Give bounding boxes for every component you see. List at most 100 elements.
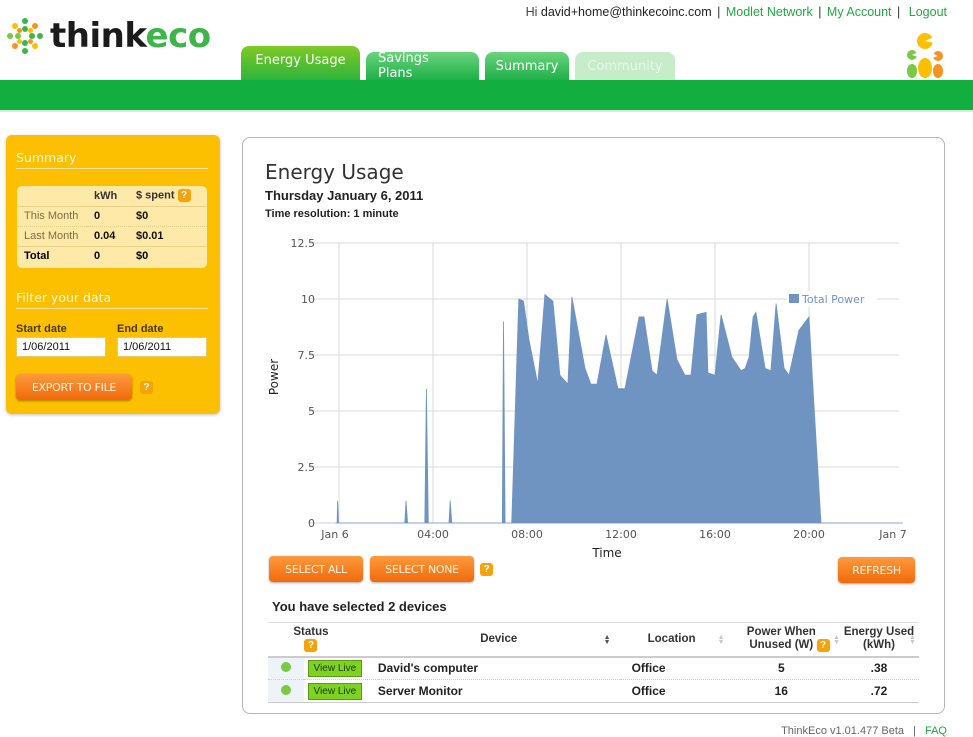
nav-separator: | bbox=[897, 5, 901, 19]
col-device[interactable]: Device ▲ ▼ bbox=[377, 622, 620, 658]
view-live-button[interactable]: View Live bbox=[307, 659, 363, 677]
summary-header-kwh: kWh bbox=[87, 186, 129, 207]
col-status[interactable]: Status ? bbox=[268, 622, 378, 658]
thinkeco-logo[interactable]: thinkeco bbox=[6, 16, 211, 56]
faq-link[interactable]: FAQ bbox=[925, 725, 947, 737]
help-icon[interactable]: ? bbox=[480, 563, 493, 576]
col-energy-used-label: Energy Used (kWh) bbox=[843, 626, 915, 652]
x-tick-label: 20:00 bbox=[793, 528, 825, 541]
x-tick-label: Jan 7 bbox=[878, 528, 906, 541]
greeting: Hi bbox=[525, 5, 538, 19]
chart-legend: Total Power bbox=[787, 291, 899, 307]
spent-value: $0.01 bbox=[129, 226, 207, 247]
sidebar: Summary kWh $ spent ? This Month 0 $0 La… bbox=[6, 135, 220, 414]
my-account-link[interactable]: My Account bbox=[827, 5, 892, 19]
col-power-unused[interactable]: Power When Unused (W) ? ▲ ▼ bbox=[723, 622, 840, 658]
tab-energy-usage[interactable]: Energy Usage bbox=[241, 46, 360, 80]
y-tick-label: 12.5 bbox=[291, 237, 316, 250]
energy-used-value: .72 bbox=[839, 679, 919, 703]
summary-row-this-month: This Month 0 $0 bbox=[17, 206, 207, 227]
col-status-label: Status bbox=[293, 625, 329, 638]
logo-wordmark: thinkeco bbox=[50, 16, 211, 56]
help-icon[interactable]: ? bbox=[816, 639, 830, 652]
status-online-icon bbox=[280, 662, 291, 673]
footer-separator: | bbox=[913, 725, 916, 737]
status-cell bbox=[268, 679, 304, 703]
help-icon[interactable]: ? bbox=[177, 189, 191, 203]
area-series-total-power bbox=[335, 293, 903, 524]
kwh-value: 0.04 bbox=[87, 226, 129, 247]
spent-value: $0 bbox=[129, 206, 207, 227]
help-icon[interactable]: ? bbox=[304, 638, 318, 652]
col-power-unused-label: Power When Unused (W) bbox=[746, 626, 816, 652]
x-tick-label: 08:00 bbox=[511, 528, 543, 541]
col-location[interactable]: Location ▲ ▼ bbox=[619, 622, 725, 658]
summary-header-blank bbox=[17, 186, 87, 207]
device-name: David's computer bbox=[377, 656, 620, 680]
row-label: This Month bbox=[17, 206, 87, 227]
device-table: Status ? Device ▲ ▼ Location ▲ ▼ Power Whe… bbox=[268, 622, 919, 703]
table-row[interactable]: View Live David's computer Office 5 .38 bbox=[268, 656, 919, 680]
x-tick-label: 04:00 bbox=[417, 528, 449, 541]
device-location: Office bbox=[619, 679, 724, 703]
logout-link[interactable]: Logout bbox=[909, 5, 947, 19]
top-nav: Hi david+home@thinkecoinc.com | Modlet N… bbox=[526, 5, 947, 19]
x-tick-label: 16:00 bbox=[699, 528, 731, 541]
nav-separator: | bbox=[818, 5, 822, 19]
summary-row-last-month: Last Month 0.04 $0.01 bbox=[17, 226, 207, 247]
device-location: Office bbox=[619, 656, 724, 680]
chart-area-series bbox=[335, 293, 903, 524]
start-date-input[interactable] bbox=[16, 337, 106, 357]
y-tick-label: 5 bbox=[308, 405, 315, 418]
filter-heading: Filter your data bbox=[16, 290, 208, 309]
y-tick-label: 0 bbox=[308, 517, 315, 530]
summary-header-spent-label: $ spent bbox=[136, 189, 175, 202]
power-unused-value: 16 bbox=[723, 679, 839, 703]
main-tabs: Energy Usage Savings Plans Summary Commu… bbox=[241, 46, 681, 81]
sort-desc-icon[interactable]: ▲ ▼ bbox=[604, 634, 611, 646]
kwh-value: 0 bbox=[87, 206, 129, 227]
status-online-icon bbox=[280, 685, 291, 695]
view-live-cell: View Live bbox=[303, 656, 378, 680]
logo-eco: eco bbox=[145, 16, 212, 56]
nav-bar bbox=[0, 80, 973, 112]
status-cell bbox=[268, 656, 304, 680]
col-energy-used[interactable]: Energy Used (kWh) ▲ ▼ bbox=[839, 622, 919, 658]
view-live-cell: View Live bbox=[303, 679, 378, 703]
x-tick-label: Jan 6 bbox=[320, 528, 348, 541]
user-email: david+home@thinkecoinc.com bbox=[540, 5, 712, 19]
y-axis-ticks: 0 2.5 5 7.5 10 12.5 bbox=[291, 237, 316, 530]
start-date-label: Start date bbox=[16, 323, 67, 335]
tab-summary[interactable]: Summary bbox=[485, 52, 569, 80]
footer: ThinkEco v1.01.477 Beta | FAQ bbox=[781, 725, 947, 737]
export-to-file-button[interactable]: EXPORT TO FILE bbox=[16, 374, 132, 400]
select-all-button[interactable]: SELECT ALL bbox=[269, 556, 363, 582]
summary-header-spent: $ spent ? bbox=[129, 186, 207, 207]
y-tick-label: 10 bbox=[301, 293, 315, 306]
modlet-network-link[interactable]: Modlet Network bbox=[726, 5, 813, 19]
row-label: Last Month bbox=[17, 226, 87, 247]
x-tick-label: 12:00 bbox=[605, 528, 637, 541]
select-none-button[interactable]: SELECT NONE bbox=[370, 556, 474, 582]
tab-savings-plans[interactable]: Savings Plans bbox=[366, 51, 479, 81]
summary-table: kWh $ spent ? This Month 0 $0 Last Month… bbox=[17, 186, 207, 268]
sort-icon[interactable]: ▲ ▼ bbox=[909, 634, 916, 646]
selected-devices-count: You have selected 2 devices bbox=[272, 599, 447, 614]
device-name: Server Monitor bbox=[377, 679, 620, 703]
legend-label: Total Power bbox=[801, 293, 865, 306]
version-text: ThinkEco v1.01.477 Beta bbox=[781, 725, 904, 737]
end-date-input[interactable] bbox=[117, 337, 207, 357]
table-row[interactable]: View Live Server Monitor Office 16 .72 bbox=[268, 679, 919, 703]
help-icon[interactable]: ? bbox=[140, 381, 153, 394]
power-chart[interactable]: 0 2.5 5 7.5 10 12.5 Jan 6 04:00 08:00 12:00 16:00… bbox=[243, 138, 943, 568]
kwh-value: 0 bbox=[87, 245, 129, 266]
legend-swatch bbox=[789, 294, 799, 303]
logo-sunburst-icon bbox=[6, 17, 44, 55]
refresh-button[interactable]: REFRESH bbox=[838, 557, 915, 583]
nav-separator: | bbox=[717, 5, 721, 19]
end-date-label: End date bbox=[117, 323, 164, 335]
tab-community: Community bbox=[575, 52, 675, 80]
logo-think: think bbox=[50, 16, 146, 56]
x-axis-label: Time bbox=[591, 546, 621, 560]
view-live-button[interactable]: View Live bbox=[307, 682, 363, 700]
